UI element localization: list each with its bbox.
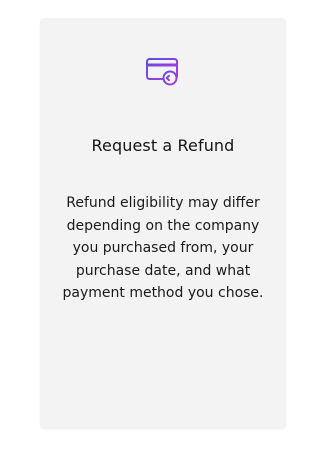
card-title: Request a Refund: [91, 136, 235, 155]
refund-card[interactable]: Request a Refund Refund eligibility may …: [40, 18, 286, 429]
refund-card-icon: [143, 52, 183, 92]
card-description: Refund eligibility may differ depending …: [62, 195, 264, 301]
